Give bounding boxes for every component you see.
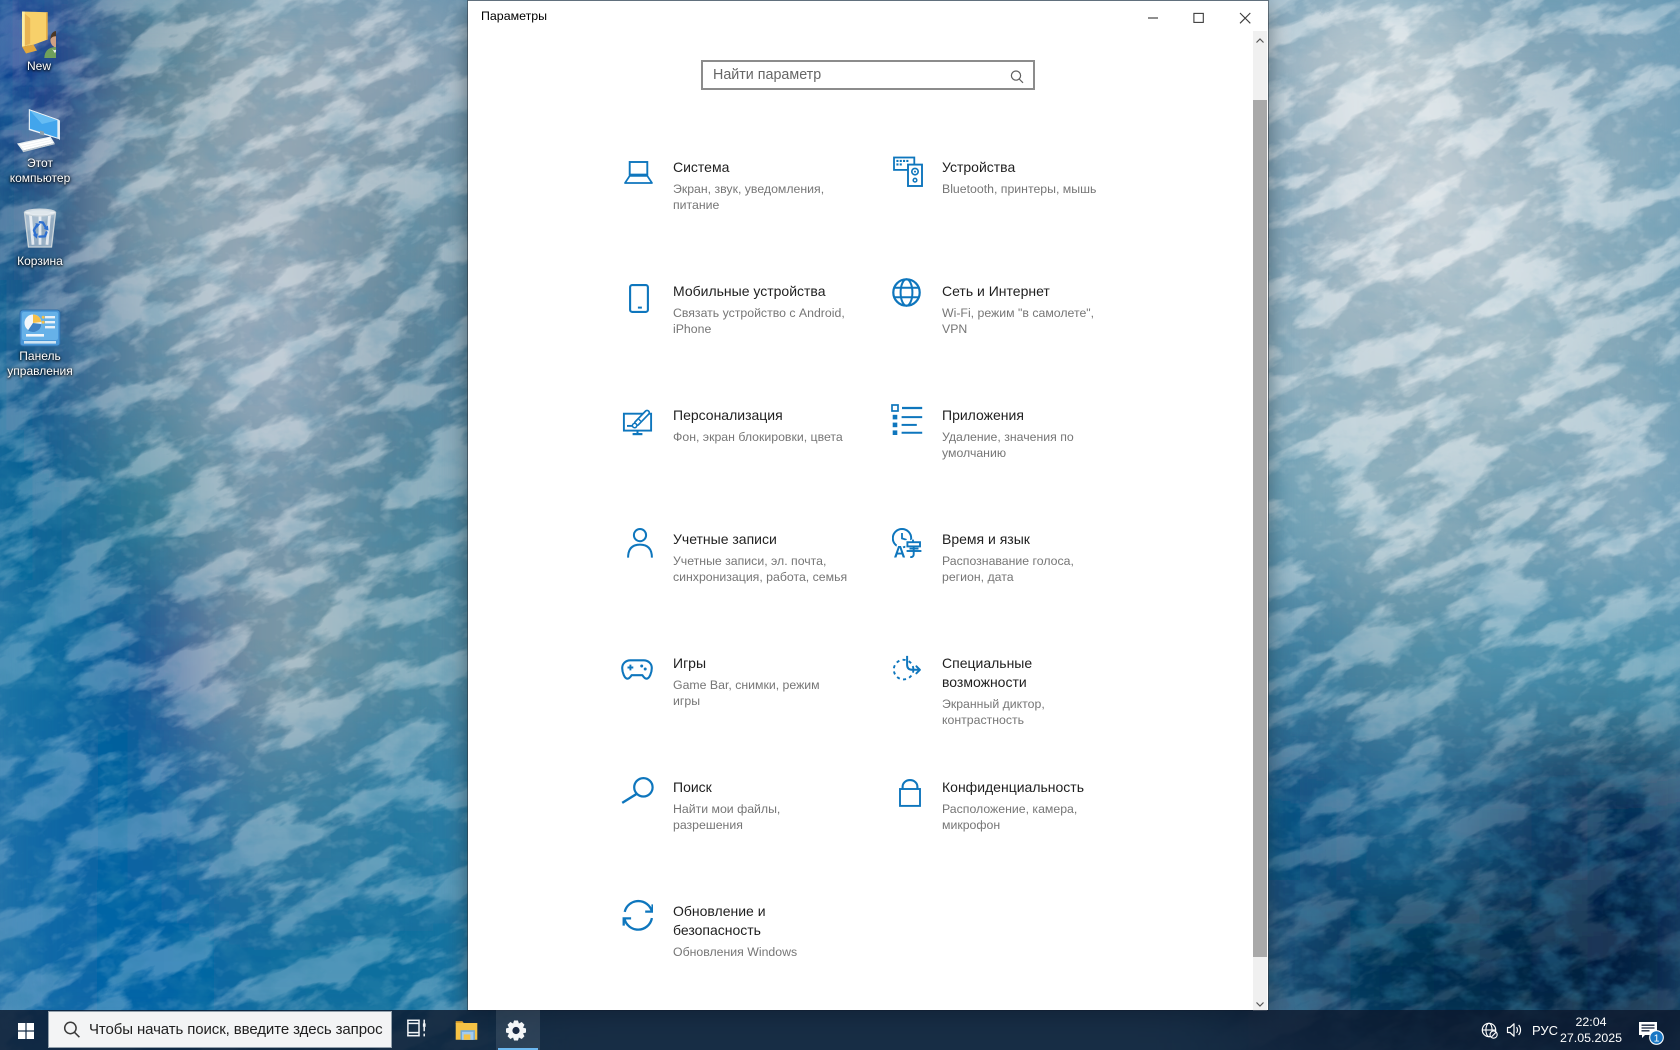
svg-text:A: A	[894, 544, 906, 558]
svg-text:1: 1	[1654, 1032, 1660, 1044]
